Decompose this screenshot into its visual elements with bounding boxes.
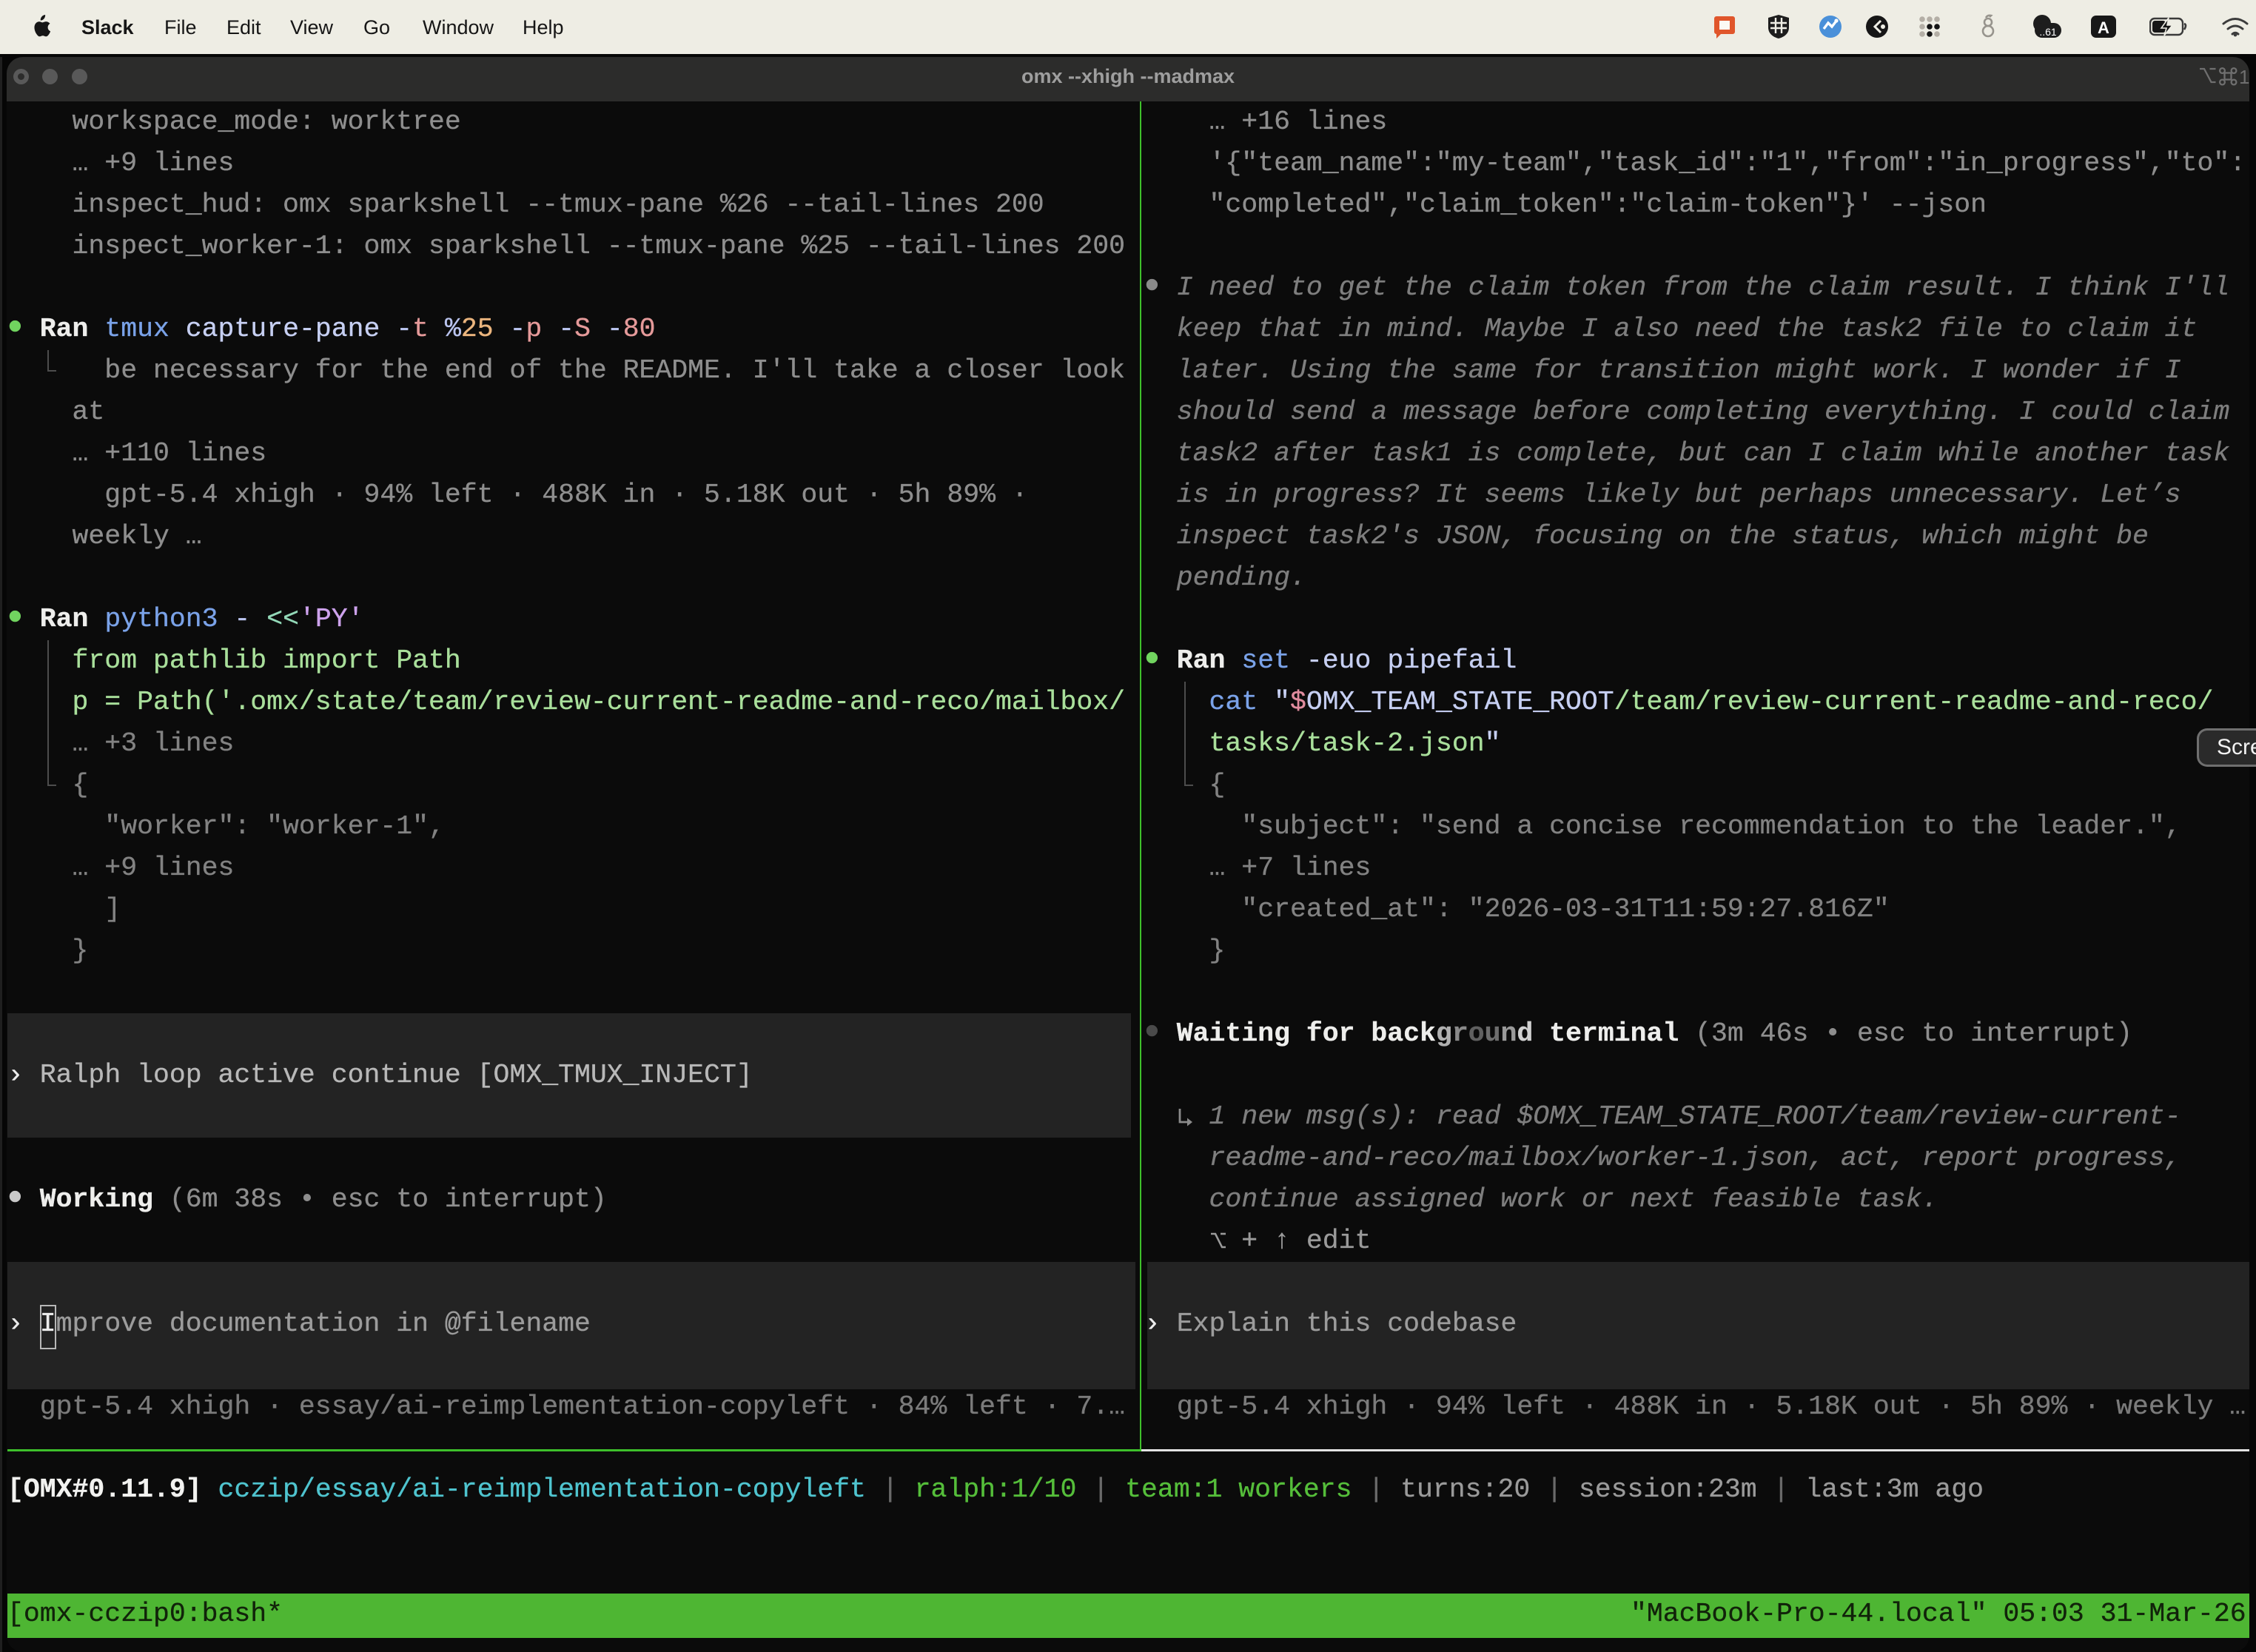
- svg-text:A: A: [2098, 19, 2109, 37]
- svg-text:..61: ..61: [2039, 26, 2057, 38]
- svg-text:1: 1: [2239, 66, 2249, 88]
